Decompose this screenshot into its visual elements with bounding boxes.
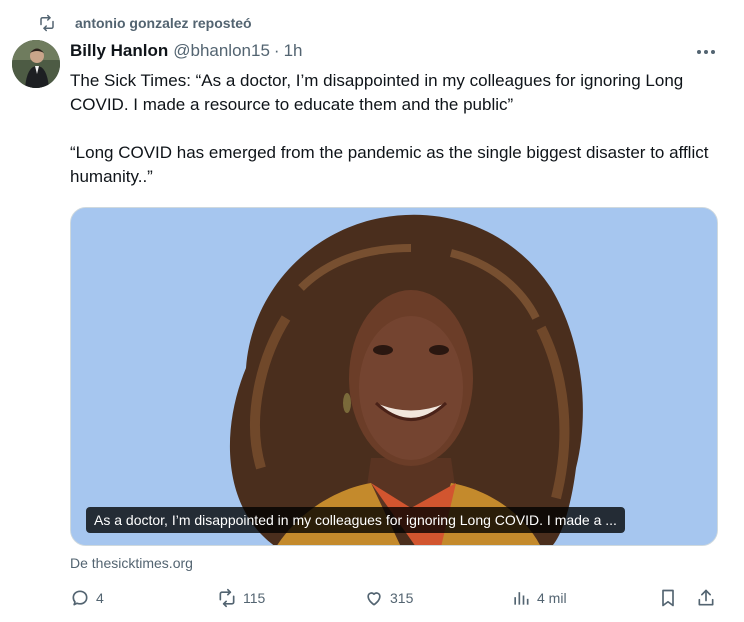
avatar[interactable] <box>12 40 60 88</box>
like-count: 315 <box>390 590 414 606</box>
reply-button[interactable]: 4 <box>70 588 104 608</box>
repost-icon <box>40 14 54 32</box>
heart-icon <box>367 592 381 606</box>
tweet-header: Billy Hanlon @bhanlon15 · 1h <box>70 41 303 61</box>
repost-button[interactable]: 115 <box>217 588 265 608</box>
bookmark-icon <box>662 589 674 607</box>
card-caption: As a doctor, I’m disappointed in my coll… <box>86 507 625 533</box>
share-icon <box>698 589 714 606</box>
tweet-paragraph-1: The Sick Times: “As a doctor, I’m disapp… <box>70 71 684 114</box>
action-bar: 4 115 315 4 mil <box>70 588 720 614</box>
author-handle[interactable]: @bhanlon15 <box>173 41 270 61</box>
views-icon <box>514 592 529 605</box>
reply-icon <box>72 590 88 606</box>
reply-count: 4 <box>96 590 104 606</box>
views-count: 4 mil <box>537 590 567 606</box>
repost-indicator[interactable]: antonio gonzalez reposteó <box>38 14 252 32</box>
tweet-text: The Sick Times: “As a doctor, I’m disapp… <box>70 69 720 189</box>
author-name[interactable]: Billy Hanlon <box>70 41 168 61</box>
bookmark-button[interactable] <box>658 588 684 608</box>
card-source[interactable]: De thesicktimes.org <box>70 555 193 571</box>
repost-count: 115 <box>243 590 266 606</box>
link-card[interactable]: As a doctor, I’m disappointed in my coll… <box>70 207 718 546</box>
separator-dot: · <box>273 41 280 60</box>
like-button[interactable]: 315 <box>364 588 413 608</box>
repost-label: antonio gonzalez reposteó <box>75 15 252 31</box>
tweet-paragraph-2: “Long COVID has emerged from the pandemi… <box>70 143 709 186</box>
tweet[interactable]: antonio gonzalez reposteó Billy Hanlon @… <box>0 0 744 622</box>
share-button[interactable] <box>696 588 722 608</box>
card-image <box>71 208 717 545</box>
views-button[interactable]: 4 mil <box>511 588 567 608</box>
repost-action-icon <box>219 588 235 608</box>
more-options-icon[interactable] <box>694 42 718 62</box>
timestamp[interactable]: 1h <box>284 41 303 61</box>
